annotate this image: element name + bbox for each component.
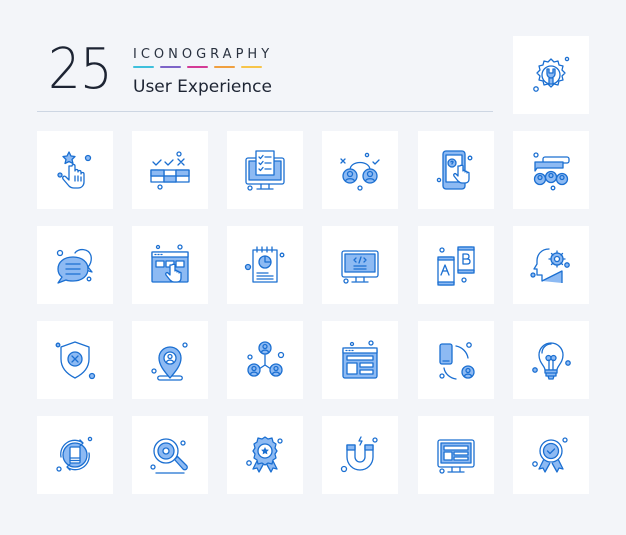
brand-label: ICONOGRAPHY [133, 47, 274, 62]
head-gear-icon [530, 248, 570, 283]
location-user-pin-icon [151, 342, 188, 381]
icon-tile[interactable] [37, 226, 113, 304]
featured-tile[interactable] [513, 36, 589, 114]
icon-tile[interactable] [132, 416, 208, 494]
user-choice-icon [340, 152, 380, 191]
mobile-refresh-icon [56, 436, 93, 472]
ab-testing-mobile-icon [437, 246, 475, 286]
checklist-grid-icon [150, 151, 190, 190]
color-bar [214, 66, 235, 68]
icon-tile[interactable] [513, 416, 589, 494]
monitor-code-icon [341, 250, 379, 284]
icon-tile[interactable] [322, 226, 398, 304]
shield-x-icon [55, 341, 96, 380]
badge-star-icon [246, 436, 283, 473]
icon-tile[interactable] [418, 131, 494, 209]
icon-tile[interactable] [418, 321, 494, 399]
icon-tile[interactable] [132, 226, 208, 304]
search-gear-icon [150, 438, 188, 474]
notebook-pie-chart-icon [244, 246, 285, 283]
icon-tile[interactable] [132, 321, 208, 399]
icon-tile[interactable] [227, 416, 303, 494]
color-bar [160, 66, 181, 68]
icon-tile[interactable] [322, 131, 398, 209]
browser-click-icon [151, 244, 189, 283]
group-chat-users-icon [533, 152, 570, 191]
icon-tile[interactable] [322, 321, 398, 399]
icon-tile[interactable] [227, 321, 303, 399]
mobile-user-sync-icon [439, 342, 475, 380]
pack-title: User Experience [133, 77, 272, 97]
badge-check-icon [532, 437, 568, 473]
icon-tile[interactable] [132, 131, 208, 209]
header-divider [37, 111, 493, 112]
icon-count: 25 [48, 37, 113, 102]
monitor-checklist-icon [245, 150, 285, 191]
mobile-help-tap-icon [436, 150, 473, 190]
hand-star-tap-icon [57, 151, 92, 189]
icon-tile[interactable] [418, 226, 494, 304]
color-bar [187, 66, 208, 68]
monitor-layout-icon [437, 439, 475, 474]
lightbulb-icon [532, 342, 571, 380]
chat-bubbles-icon [56, 248, 93, 284]
color-bars [133, 66, 262, 68]
color-bar [241, 66, 262, 68]
color-bar [133, 66, 154, 68]
icon-tile[interactable] [418, 416, 494, 494]
icon-tile[interactable] [322, 416, 398, 494]
icon-tile[interactable] [513, 321, 589, 399]
magnet-icon [340, 436, 378, 473]
browser-layout-icon [342, 340, 378, 379]
settings-wrench-gear-icon [533, 56, 570, 92]
icon-tile[interactable] [513, 226, 589, 304]
icon-tile[interactable] [227, 226, 303, 304]
icon-tile[interactable] [37, 416, 113, 494]
icon-tile[interactable] [37, 131, 113, 209]
user-network-icon [247, 341, 285, 377]
icon-tile[interactable] [227, 131, 303, 209]
icon-tile[interactable] [513, 131, 589, 209]
icon-tile[interactable] [37, 321, 113, 399]
